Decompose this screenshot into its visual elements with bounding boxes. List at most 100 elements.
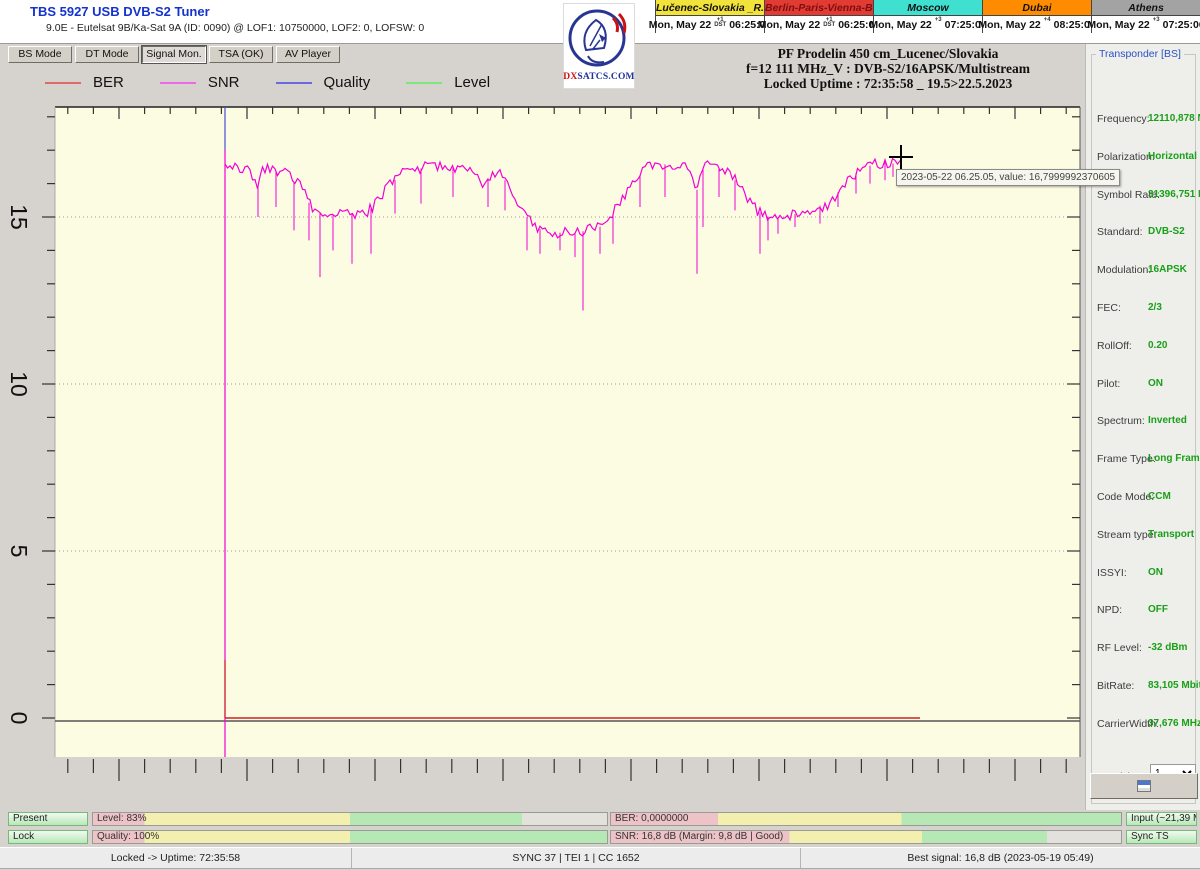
y-tick-label-15: 15: [0, 199, 41, 235]
transponder-panel: Transponder [BS] Frequency:12110,878 MHz…: [1085, 44, 1200, 810]
clock-city-label: Moscow: [874, 0, 982, 16]
world-clocks: Lučenec-Slovakia _R.DávidMon, May 22+1DS…: [655, 0, 1200, 33]
legend-label: BER: [93, 74, 124, 91]
legend-label: SNR: [208, 74, 240, 91]
transponder-label: Spectrum:: [1097, 415, 1145, 427]
clock-0: Lučenec-Slovakia _R.DávidMon, May 22+1DS…: [655, 0, 764, 33]
chart-legend: BER SNR Quality Level: [45, 74, 490, 91]
legend-label: Level: [454, 74, 490, 91]
tab-dt-mode[interactable]: DT Mode: [75, 46, 139, 63]
transponder-label: Standard:: [1097, 226, 1143, 238]
chart-title-line3: Locked Uptime : 72:35:58 _ 19.5>22.5.202…: [690, 76, 1086, 91]
clock-2: MoscowMon, May 22+3 07:25:06: [873, 0, 982, 33]
transponder-value: 12110,878 MHz: [1148, 113, 1200, 124]
transponder-groupbox: Transponder [BS] Frequency:12110,878 MHz…: [1091, 54, 1196, 804]
crosshair-icon: [900, 145, 902, 169]
clock-time: Mon, May 22+1DST06:25:06: [656, 16, 764, 33]
transponder-value: 37,676 MHz: [1148, 718, 1200, 729]
y-tick-label-0: 0: [0, 700, 41, 736]
dxsatcs-logo: DXSATCS.COM: [563, 3, 635, 89]
logo-text: DXSATCS.COM: [563, 72, 634, 82]
lock-indicator: Lock: [8, 830, 88, 844]
transponder-row-frametype: Frame Type:Long Frame: [1092, 453, 1197, 467]
tab-signal-mon[interactable]: Signal Mon.: [142, 46, 206, 63]
transponder-row-carrierwidth: CarrierWidth:37,676 MHz: [1092, 718, 1197, 732]
transponder-label: Polarization:: [1097, 151, 1155, 163]
transponder-row-fec: FEC: 2/3: [1092, 302, 1197, 316]
legend-swatch-snr: [160, 82, 196, 84]
chart-title-line1: PF Prodelin 450 cm_Lucenec/Slovakia: [690, 46, 1086, 61]
legend-item-level: Level: [406, 74, 490, 91]
transponder-value: Transport: [1148, 529, 1194, 540]
sync-ts-indicator: Sync TS: [1126, 830, 1197, 844]
transponder-value: 2/3: [1148, 302, 1162, 313]
level-bar: Level: 83%: [92, 812, 608, 826]
transponder-row-issyi: ISSYI: ON: [1092, 567, 1197, 581]
transponder-row-codemode: Code Mode:CCM: [1092, 491, 1197, 505]
clock-city-label: Dubai: [983, 0, 1091, 16]
clock-time: Mon, May 22+1DST06:25:06: [765, 16, 873, 33]
satellite-subtitle: 9.0E - Eutelsat 9B/Ka-Sat 9A (ID: 0090) …: [46, 22, 424, 34]
ber-bar: BER: 0,0000000: [610, 812, 1122, 826]
legend-label: Quality: [324, 74, 371, 91]
transponder-row-bitrate: BitRate:83,105 Mbit/s: [1092, 680, 1197, 694]
transponder-label: RollOff:: [1097, 340, 1132, 352]
transponder-label: Frame Type:: [1097, 453, 1156, 465]
transponder-value: 0.20: [1148, 340, 1167, 351]
transponder-value: ON: [1148, 567, 1163, 578]
app-window: TBS 5927 USB DVB-S2 Tuner 9.0E - Eutelsa…: [0, 0, 1200, 870]
transponder-label: RF Level:: [1097, 642, 1142, 654]
transponder-row-symbolrate: Symbol Rate:31396,751 KS/s: [1092, 189, 1197, 203]
satellite-dish-icon: [566, 4, 632, 72]
input-indicator: Input (~21,39 Mbps): [1126, 812, 1197, 826]
transponder-title: Transponder [BS]: [1096, 48, 1184, 60]
app-title: TBS 5927 USB DVB-S2 Tuner: [30, 4, 210, 19]
tab-av-player[interactable]: AV Player: [276, 46, 340, 63]
clock-time: Mon, May 22+4 08:25:06: [983, 16, 1091, 33]
clock-city-label: Lučenec-Slovakia _R.Dávid: [656, 0, 764, 16]
chart-title-line2: f=12 111 MHz_V : DVB-S2/16APSK/Multistre…: [690, 61, 1086, 76]
transponder-label: Pilot:: [1097, 378, 1120, 390]
transponder-label: ISSYI:: [1097, 567, 1127, 579]
transponder-value: Inverted: [1148, 415, 1187, 426]
tab-tsa-ok[interactable]: TSA (OK): [209, 46, 273, 63]
transponder-label: Modulation:: [1097, 264, 1151, 276]
clock-city-label: Berlin-Paris-Vienna-Belgrade: [765, 0, 873, 16]
clock-time: Mon, May 22+3 07:25:06: [874, 16, 982, 33]
transponder-value: 16APSK: [1148, 264, 1187, 275]
transponder-row-streamtype: Stream type:Transport: [1092, 529, 1197, 543]
clock-time: Mon, May 22+3 07:25:06: [1092, 16, 1200, 33]
transponder-row-standard: Standard:DVB-S2: [1092, 226, 1197, 240]
panel-action-button[interactable]: [1090, 773, 1198, 799]
transponder-label: Frequency:: [1097, 113, 1150, 125]
status-uptime: Locked -> Uptime: 72:35:58: [0, 848, 352, 868]
legend-item-ber: BER: [45, 74, 124, 91]
y-tick-label-5: 5: [0, 533, 41, 569]
transponder-row-frequency: Frequency:12110,878 MHz: [1092, 113, 1197, 127]
transponder-value: Long Frame: [1148, 453, 1200, 464]
transponder-row-npd: NPD:OFF: [1092, 604, 1197, 618]
transponder-value: OFF: [1148, 604, 1168, 615]
clock-3: DubaiMon, May 22+4 08:25:06: [982, 0, 1091, 33]
chart-title-block: PF Prodelin 450 cm_Lucenec/Slovakia f=12…: [690, 46, 1086, 91]
transponder-row-spectrum: Spectrum:Inverted: [1092, 415, 1197, 429]
transponder-label: FEC:: [1097, 302, 1121, 314]
transponder-value: Horizontal: [1148, 151, 1197, 162]
legend-swatch-quality: [276, 82, 312, 84]
clock-4: AthensMon, May 22+3 07:25:06: [1091, 0, 1200, 33]
snr-bar: SNR: 16,8 dB (Margin: 9,8 dB | Good): [610, 830, 1122, 844]
quality-bar: Quality: 100%: [92, 830, 608, 844]
legend-swatch-ber: [45, 82, 81, 84]
legend-item-snr: SNR: [160, 74, 240, 91]
transponder-row-modulation: Modulation:16APSK: [1092, 264, 1197, 278]
legend-swatch-level: [406, 82, 442, 84]
transponder-row-polarization: Polarization:Horizontal: [1092, 151, 1197, 165]
file-icon: [1137, 780, 1151, 792]
transponder-row-pilot: Pilot: ON: [1092, 378, 1197, 392]
tab-bs-mode[interactable]: BS Mode: [8, 46, 72, 63]
present-indicator: Present: [8, 812, 88, 826]
transponder-row-rflevel: RF Level:-32 dBm: [1092, 642, 1197, 656]
signal-chart: [40, 100, 1085, 790]
logo-dx: DX: [563, 72, 577, 82]
transponder-value: ON: [1148, 378, 1163, 389]
